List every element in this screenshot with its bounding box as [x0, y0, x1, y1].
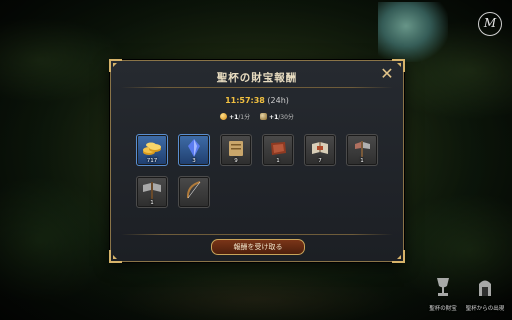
- claim-reward-button[interactable]: 報酬を受け取る: [211, 239, 305, 255]
- timer-suffix: (24h): [267, 96, 289, 105]
- close-icon[interactable]: ✕: [379, 66, 395, 82]
- axe-icon: [355, 141, 370, 157]
- gold-coin-icon: [220, 113, 228, 120]
- shrine-icon: [479, 280, 491, 296]
- reward-slot[interactable]: 3: [178, 134, 210, 166]
- reward-slot[interactable]: [178, 176, 210, 208]
- item-count: 3: [192, 158, 196, 164]
- dialog-title: 聖杯の財宝報酬: [216, 72, 298, 84]
- reward-grid: 717 3 9 1 7 1 1: [136, 134, 386, 214]
- rate-unit: /1分: [238, 114, 251, 121]
- reward-slot[interactable]: 717: [136, 134, 168, 166]
- reward-slot[interactable]: 1: [262, 134, 294, 166]
- reward-slot[interactable]: 7: [304, 134, 336, 166]
- reward-slot[interactable]: 1: [346, 134, 378, 166]
- item-count: 717: [146, 158, 158, 164]
- grail-icon: [437, 278, 449, 296]
- guild-emblem-icon[interactable]: M: [478, 12, 502, 36]
- rate-gold: +1/1分: [220, 112, 250, 121]
- grail-appearance-label: 聖杯からの出現: [465, 306, 505, 312]
- divider: [121, 234, 393, 235]
- scroll-icon: [229, 141, 243, 156]
- grail-treasure-label: 聖杯の財宝: [429, 306, 457, 312]
- item-count: 1: [360, 158, 364, 164]
- divider: [121, 87, 393, 88]
- item-count: 1: [276, 158, 280, 164]
- item-count: 7: [318, 158, 322, 164]
- blue-crystal-icon: [188, 139, 200, 157]
- frame-corner: [391, 249, 405, 263]
- rate-unit: /30分: [278, 114, 294, 121]
- rate-chest: +1/30分: [260, 112, 294, 121]
- book-icon: [312, 142, 328, 154]
- treasure-reward-dialog: 聖杯の財宝報酬 ✕ 11:57:38 (24h) +1/1分 +1/30分 71…: [109, 59, 405, 263]
- frame-corner: [109, 249, 123, 263]
- countdown-timer: 11:57:38 (24h): [111, 96, 403, 105]
- peacock-statue: [378, 2, 448, 62]
- grail-treasure-button[interactable]: 聖杯の財宝: [420, 276, 466, 316]
- leather-icon: [271, 142, 286, 155]
- gold-coins-icon: [143, 142, 161, 155]
- reward-slot[interactable]: 9: [220, 134, 252, 166]
- timer-value: 11:57:38: [225, 96, 265, 105]
- reward-slot[interactable]: 1: [136, 176, 168, 208]
- rate-value: +1: [229, 114, 239, 121]
- grail-appearance-button[interactable]: 聖杯からの出現: [462, 276, 508, 316]
- battle-axe-icon: [143, 182, 161, 199]
- bow-icon: [186, 181, 201, 199]
- rate-value: +1: [269, 114, 279, 121]
- item-count: 1: [150, 200, 154, 206]
- item-count: 9: [234, 158, 238, 164]
- chest-icon: [260, 113, 268, 120]
- reward-rates: +1/1分 +1/30分: [111, 112, 403, 121]
